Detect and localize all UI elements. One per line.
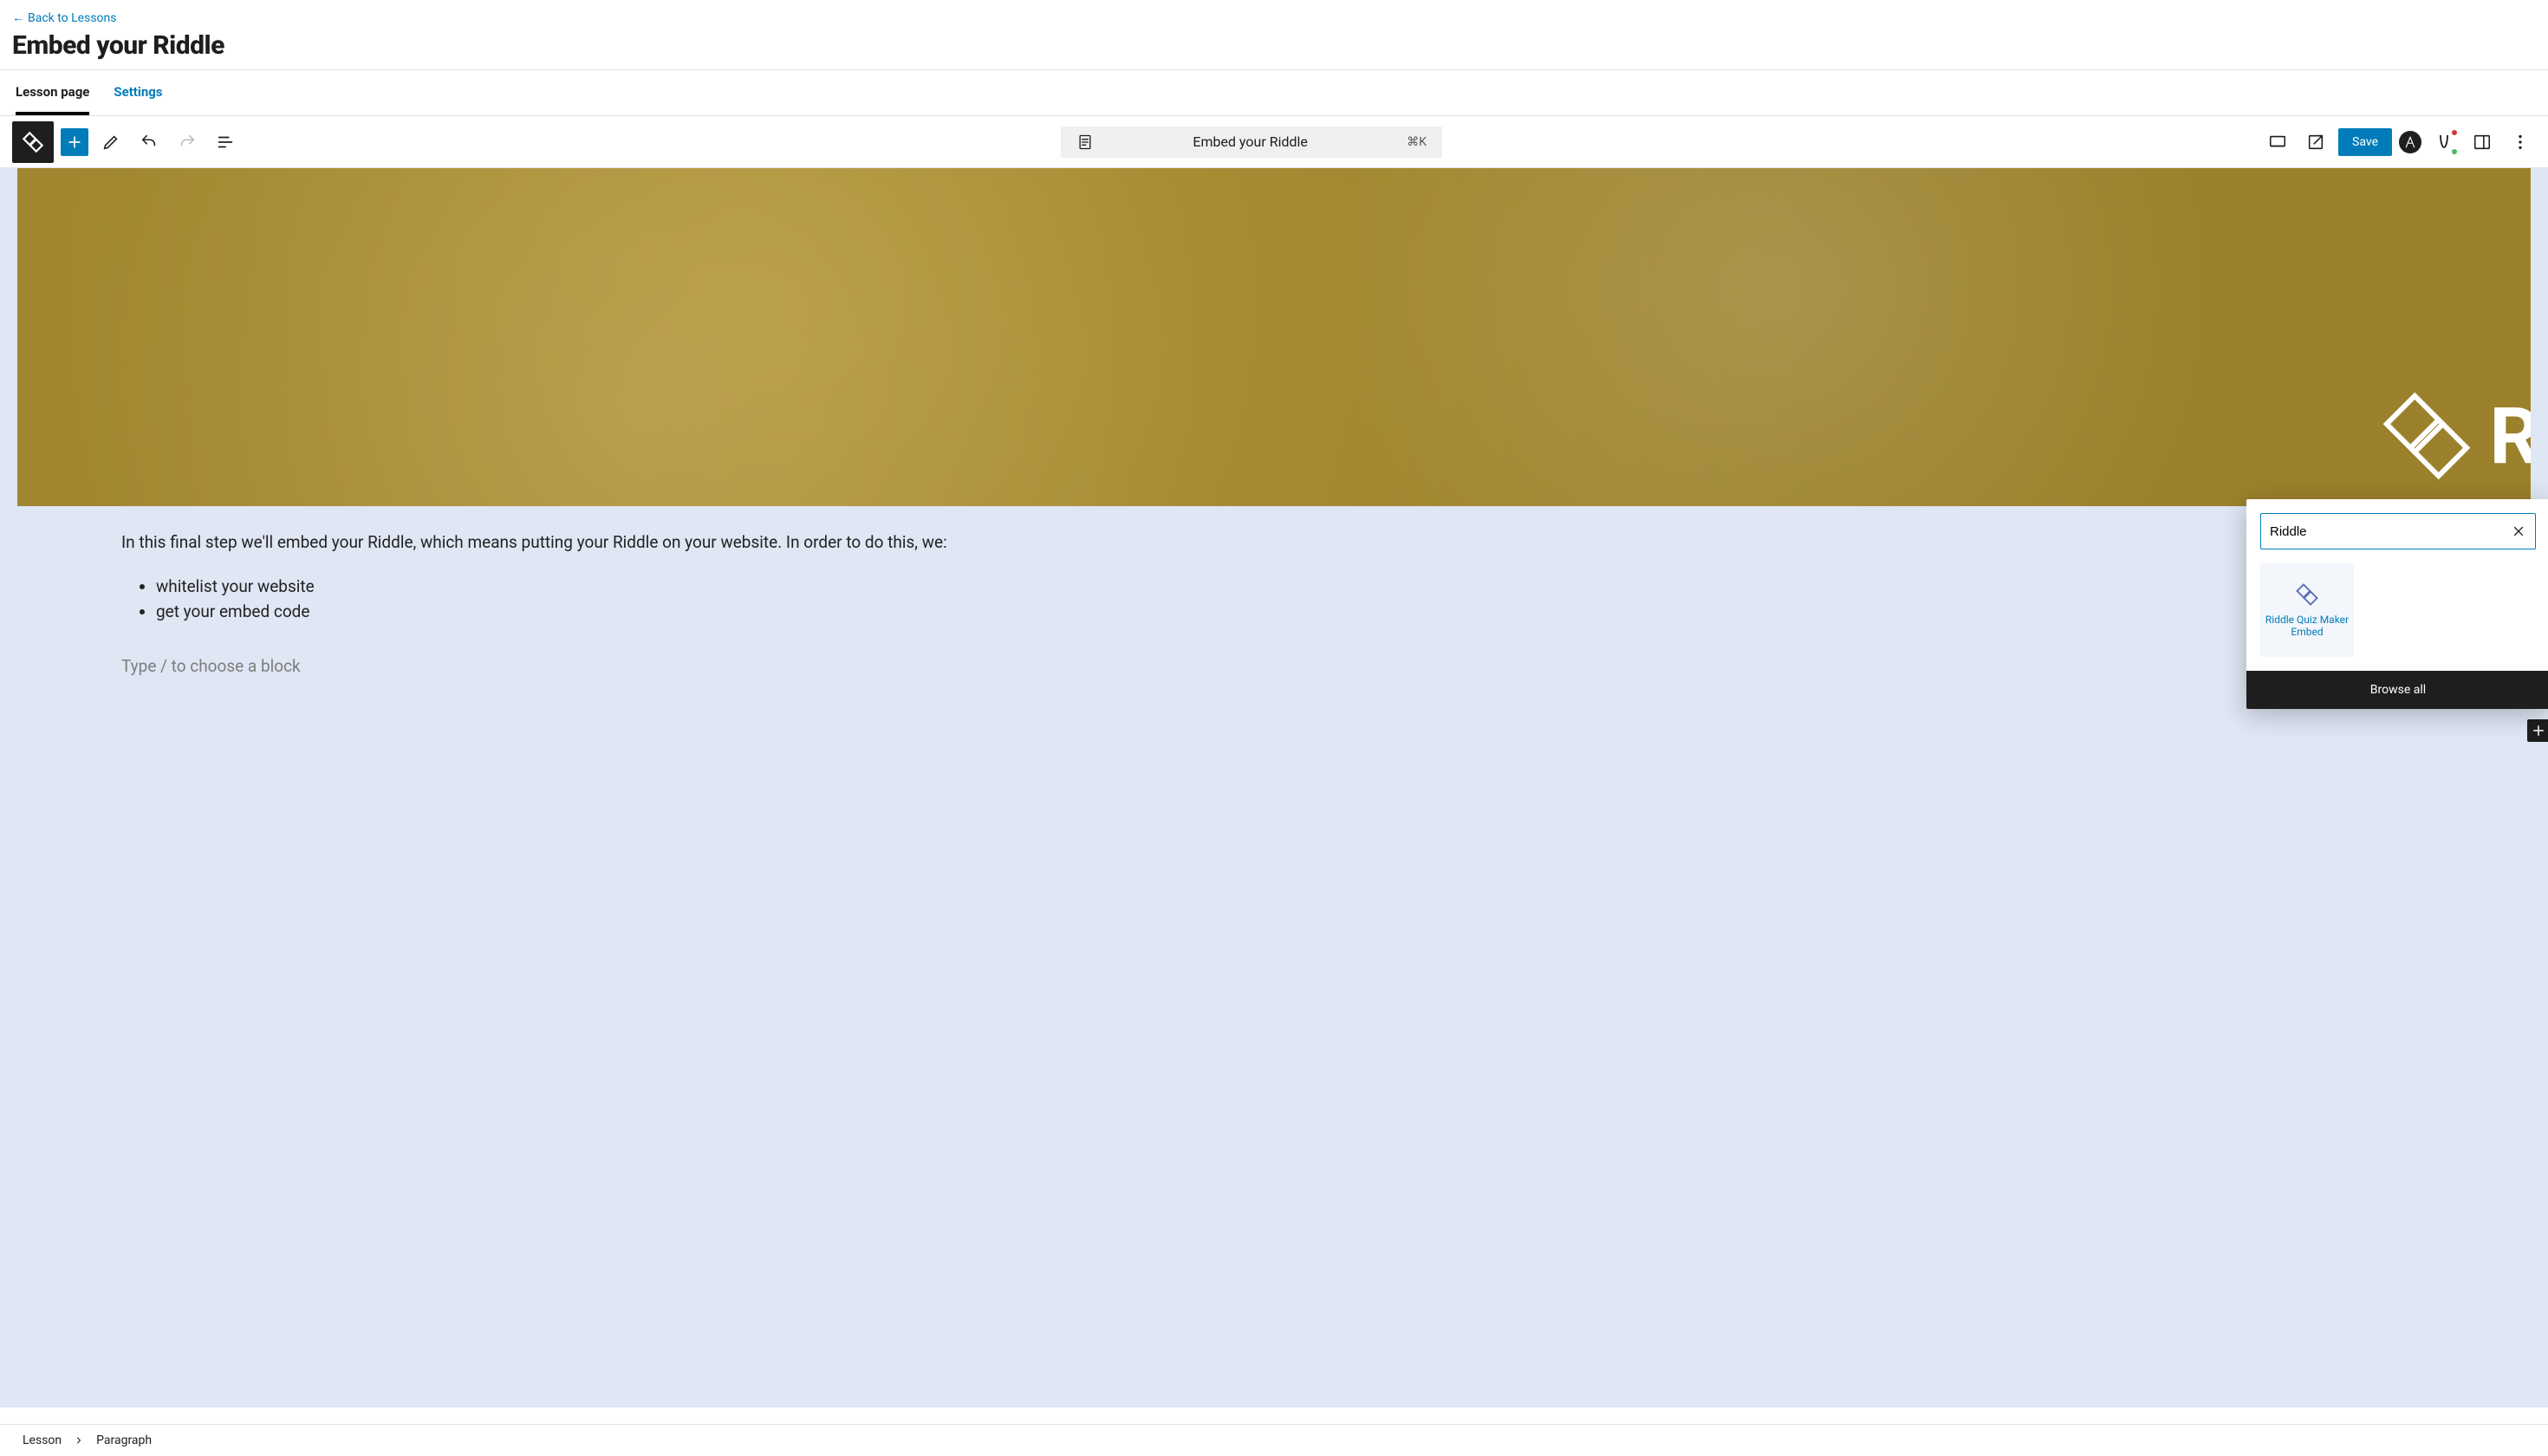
arrow-left-icon: ← [12, 10, 24, 25]
brand-text: Ri [2490, 391, 2531, 482]
document-title-label: Embed your Riddle [1106, 133, 1394, 150]
yoast-icon [2434, 132, 2454, 153]
block-result-riddle-quiz-maker-embed[interactable]: Riddle Quiz Maker Embed [2260, 563, 2354, 657]
astra-icon [2404, 136, 2416, 148]
riddle-block-icon [2295, 582, 2319, 607]
astra-plugin-button[interactable] [2399, 131, 2421, 153]
tab-lesson-page[interactable]: Lesson page [16, 70, 89, 115]
tools-button[interactable] [95, 127, 127, 158]
options-menu-button[interactable] [2505, 127, 2536, 158]
plus-icon [2531, 723, 2546, 738]
intro-paragraph[interactable]: In this final step we'll embed your Ridd… [121, 532, 2427, 552]
block-result-label: Riddle Quiz Maker Embed [2261, 614, 2353, 638]
block-inserter-popover: Riddle Quiz Maker Embed Browse all [2246, 499, 2548, 709]
brand-diamond-icon [2379, 388, 2474, 484]
breadcrumb-item-paragraph[interactable]: Paragraph [96, 1433, 152, 1447]
list-item[interactable]: get your embed code [156, 601, 2427, 621]
list-item[interactable]: whitelist your website [156, 576, 2427, 596]
cover-image-block[interactable]: Ri [17, 168, 2531, 506]
yoast-plugin-button[interactable] [2428, 127, 2460, 158]
block-search-input[interactable] [2270, 524, 2511, 539]
page-title: Embed your Riddle [12, 30, 2536, 61]
lesson-tabs: Lesson page Settings [0, 70, 2548, 116]
back-to-lessons-link[interactable]: ← Back to Lessons [12, 10, 117, 25]
lesson-content: In this final step we'll embed your Ridd… [0, 506, 2548, 770]
empty-paragraph-placeholder[interactable]: Type / to choose a block [121, 656, 2427, 676]
undo-button[interactable] [133, 127, 165, 158]
list-view-icon [216, 133, 235, 152]
breadcrumb-item-lesson[interactable]: Lesson [23, 1433, 62, 1447]
page-icon [1076, 133, 1094, 151]
external-link-icon [2306, 133, 2325, 152]
block-inserter-toggle[interactable] [61, 128, 88, 156]
open-preview-button[interactable] [2300, 127, 2331, 158]
clear-search-button[interactable] [2511, 523, 2526, 539]
tab-settings[interactable]: Settings [114, 70, 162, 115]
sidebar-icon [2473, 133, 2492, 152]
back-link-label: Back to Lessons [28, 11, 117, 25]
save-button[interactable]: Save [2338, 128, 2392, 156]
view-button[interactable] [2262, 127, 2293, 158]
browse-all-blocks-button[interactable]: Browse all [2246, 671, 2548, 709]
app-logo-button[interactable] [12, 121, 54, 163]
block-breadcrumb: Lesson Paragraph [0, 1424, 2548, 1456]
brand-overlay: Ri [2379, 388, 2531, 484]
more-vertical-icon [2511, 133, 2530, 152]
document-title-chip[interactable]: Embed your Riddle ⌘K [1061, 127, 1442, 158]
close-icon [2511, 523, 2526, 539]
inline-block-inserter-button[interactable] [2527, 719, 2548, 742]
command-shortcut-label: ⌘K [1407, 135, 1427, 149]
redo-button [172, 127, 203, 158]
edit-icon [101, 133, 120, 152]
document-overview-button[interactable] [210, 127, 241, 158]
logo-icon [22, 131, 44, 153]
desktop-icon [2268, 133, 2287, 152]
steps-list[interactable]: whitelist your website get your embed co… [121, 576, 2427, 621]
plus-icon [66, 133, 83, 151]
chevron-right-icon [74, 1435, 84, 1446]
redo-icon [178, 133, 197, 152]
settings-sidebar-toggle[interactable] [2467, 127, 2498, 158]
block-search-field[interactable] [2260, 513, 2536, 549]
editor-toolbar: Embed your Riddle ⌘K Save [0, 116, 2548, 168]
undo-icon [140, 133, 159, 152]
